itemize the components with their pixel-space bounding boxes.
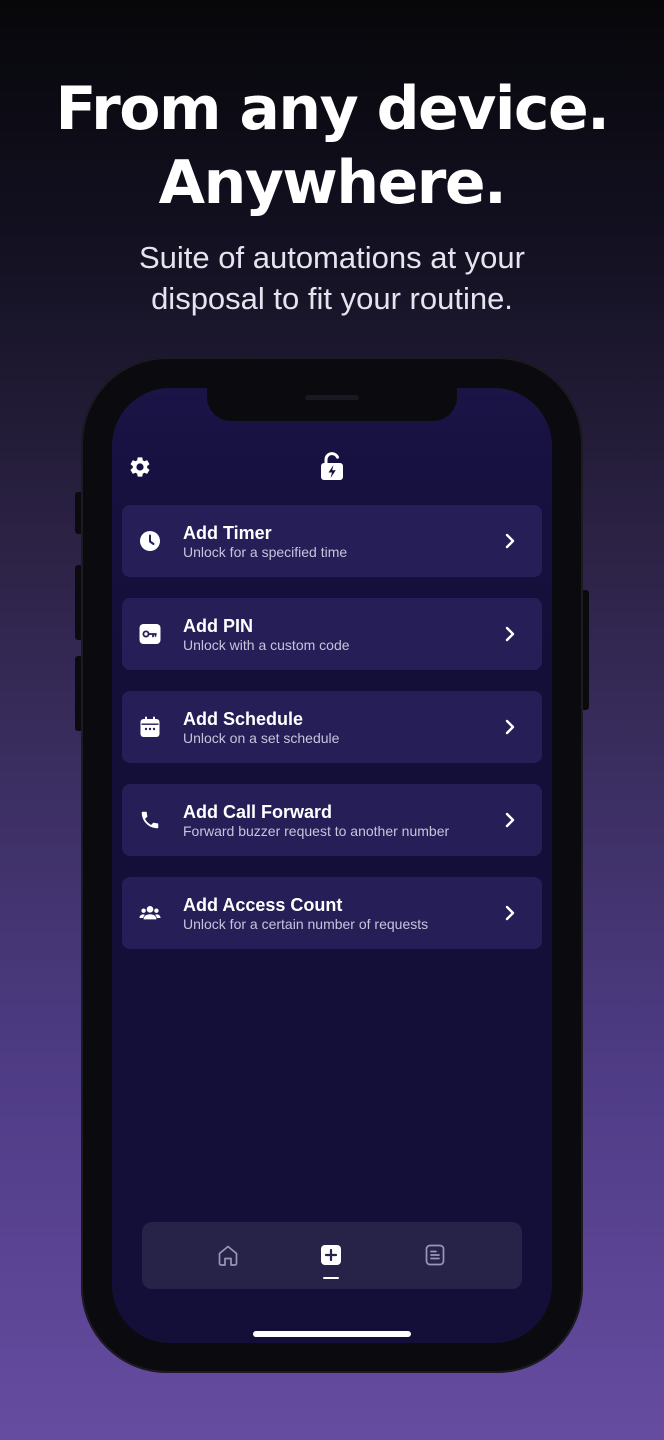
active-tab-indicator (323, 1277, 339, 1279)
phone-notch (207, 388, 457, 421)
phone-icon (139, 809, 161, 831)
add-schedule-card[interactable]: Add Schedule Unlock on a set schedule (122, 691, 542, 763)
add-pin-card[interactable]: Add PIN Unlock with a custom code (122, 598, 542, 670)
plus-square-icon (321, 1245, 341, 1265)
add-access-count-subtitle: Unlock for a certain number of requests (183, 916, 429, 932)
phone-speaker (305, 395, 359, 400)
tab-home[interactable] (216, 1242, 240, 1268)
clock-icon (139, 530, 161, 552)
add-timer-subtitle: Unlock for a specified time (183, 544, 348, 560)
chevron-right-icon (502, 903, 518, 923)
add-access-count-title: Add Access Count (183, 895, 343, 915)
hero-title: From any device. Anywhere. (0, 72, 664, 220)
add-pin-title: Add PIN (183, 616, 253, 636)
app-logo (318, 451, 346, 481)
add-call-forward-subtitle: Forward buzzer request to another number (183, 823, 450, 839)
key-icon (139, 623, 161, 645)
add-call-forward-card[interactable]: Add Call Forward Forward buzzer request … (122, 784, 542, 856)
unlocked-padlock-bolt-icon (321, 452, 343, 480)
chevron-right-icon (502, 717, 518, 737)
hero-title-line-1: From any device. (55, 74, 610, 144)
phone-screen: Add Timer Unlock for a specified time Ad… (112, 388, 552, 1343)
home-icon (218, 1245, 238, 1266)
chevron-right-icon (502, 810, 518, 830)
document-list-icon (425, 1244, 445, 1266)
bottom-tab-bar (142, 1222, 522, 1289)
home-indicator-bar[interactable] (253, 1331, 411, 1337)
tab-logs[interactable] (423, 1242, 447, 1268)
chevron-right-icon (502, 531, 518, 551)
hero-subtitle-line-1: Suite of automations at your (138, 240, 525, 275)
hero-subtitle-line-2: disposal to fit your routine. (151, 281, 513, 316)
users-icon (139, 902, 161, 924)
add-pin-subtitle: Unlock with a custom code (183, 637, 350, 653)
settings-button[interactable] (128, 455, 152, 479)
add-schedule-title: Add Schedule (183, 709, 304, 729)
gear-icon (130, 457, 150, 477)
add-timer-title: Add Timer (183, 523, 272, 543)
add-access-count-card[interactable]: Add Access Count Unlock for a certain nu… (122, 877, 542, 949)
hero-title-line-2: Anywhere. (158, 148, 507, 218)
add-call-forward-title: Add Call Forward (183, 802, 333, 822)
add-timer-card[interactable]: Add Timer Unlock for a specified time (122, 505, 542, 577)
chevron-right-icon (502, 624, 518, 644)
add-schedule-subtitle: Unlock on a set schedule (183, 730, 340, 746)
tab-add[interactable] (319, 1242, 343, 1268)
calendar-icon (139, 716, 161, 738)
hero-subtitle: Suite of automations at your disposal to… (0, 237, 664, 319)
